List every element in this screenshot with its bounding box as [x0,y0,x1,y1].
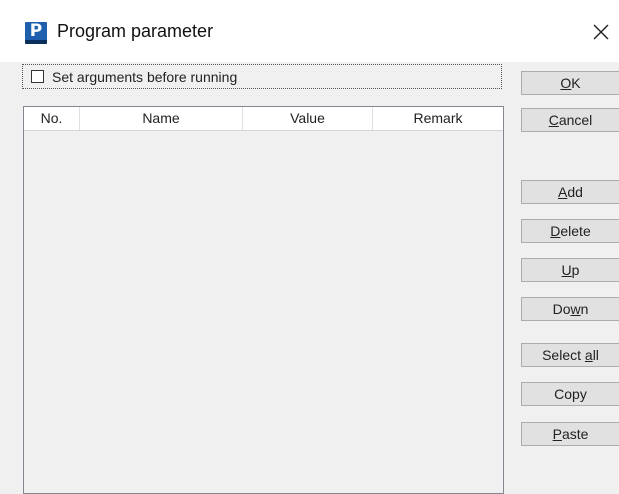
select-all-label-post: ll [592,347,599,363]
up-button[interactable]: Up [521,258,619,282]
paste-button[interactable]: Paste [521,422,619,446]
column-header-name[interactable]: Name [80,107,243,130]
select-all-label-key: a [584,347,593,363]
window-title: Program parameter [57,21,214,41]
select-all-button[interactable]: Select all [521,343,619,367]
table-header: No. Name Value Remark [24,107,503,131]
ok-label-post: K [571,75,581,91]
set-arguments-label: Set arguments before running [52,69,238,85]
up-label-post: p [571,262,580,278]
ok-button[interactable]: OK [521,71,619,95]
paste-label-post: aste [561,426,589,442]
column-header-remark[interactable]: Remark [373,107,503,130]
copy-label-pre: Copy [554,386,587,402]
add-label-key: A [558,184,568,200]
up-label-key: U [561,262,572,278]
add-button[interactable]: Add [521,180,619,204]
column-header-value[interactable]: Value [243,107,373,130]
down-label-post: n [580,301,589,317]
select-all-label-pre: Select [542,347,585,363]
set-arguments-checkbox[interactable] [31,70,44,83]
parameter-table[interactable]: No. Name Value Remark [23,106,504,494]
down-button[interactable]: Down [521,297,619,321]
app-logo-icon: P [25,22,47,44]
add-label-post: dd [567,184,583,200]
paste-label-key: P [552,426,562,442]
delete-button[interactable]: Delete [521,219,619,243]
set-arguments-checkbox-row[interactable]: Set arguments before running [22,64,502,89]
ok-label-key: O [560,75,572,91]
delete-label-post: elete [560,223,591,239]
app-logo-strip [25,40,47,44]
cancel-label-key: C [548,112,559,128]
cancel-button[interactable]: Cancel [521,108,619,132]
down-label-pre: Do [552,301,571,317]
title-bar[interactable]: P Program parameter [0,0,619,62]
delete-label-key: D [550,223,561,239]
program-parameter-dialog: P Program parameter Set arguments before… [0,0,619,494]
down-label-key: w [570,301,581,317]
cancel-label-post: ancel [558,112,593,128]
copy-button[interactable]: Copy [521,382,619,406]
app-logo-letter: P [29,22,43,41]
column-header-no[interactable]: No. [24,107,80,130]
close-icon[interactable] [592,23,610,41]
